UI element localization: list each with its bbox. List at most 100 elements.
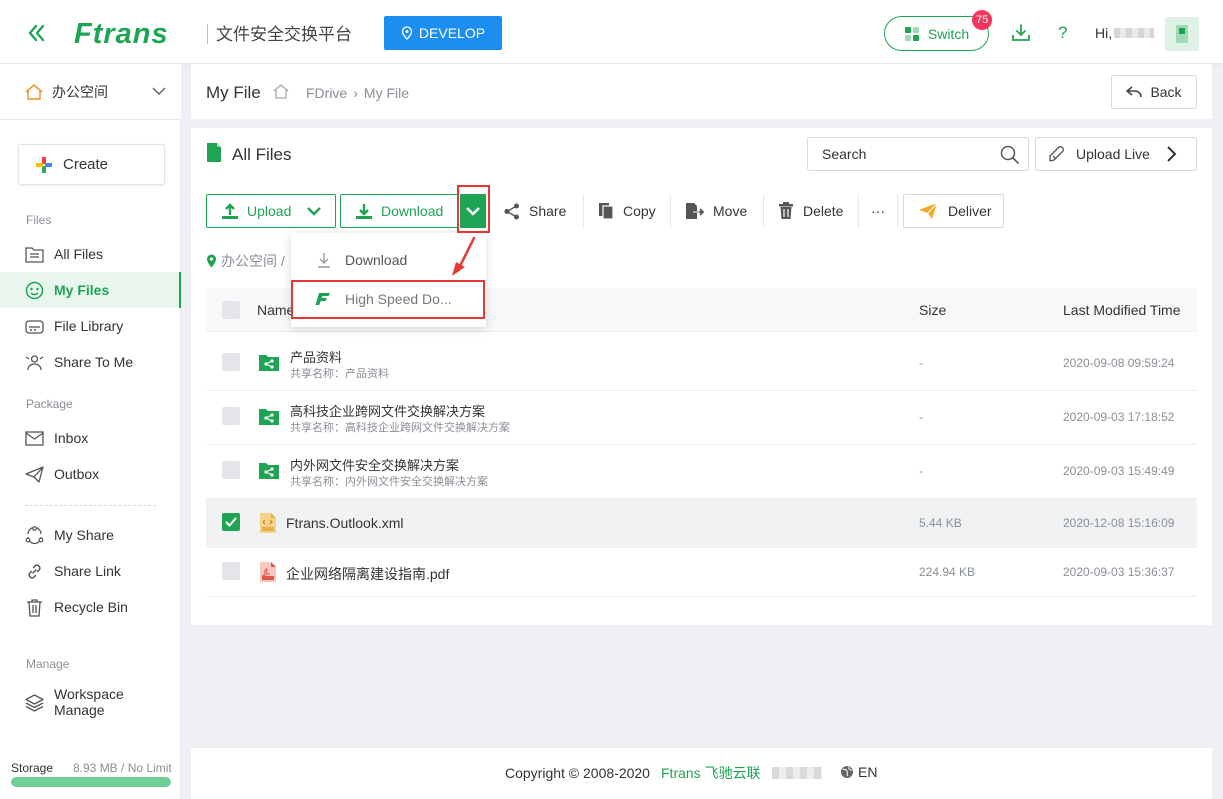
select-all-checkbox[interactable] xyxy=(222,301,240,319)
breadcrumb-item-fdrive[interactable]: FDrive xyxy=(306,85,347,101)
back-button[interactable]: Back xyxy=(1111,75,1197,109)
sidebar-item-label: My Share xyxy=(54,527,114,543)
modified-time: 2020-09-03 15:49:49 xyxy=(1063,464,1175,478)
location-path[interactable]: 办公空间 / xyxy=(221,251,285,271)
download-button[interactable]: Download xyxy=(340,194,458,228)
sidebar-item-share-to-me[interactable]: Share To Me xyxy=(0,344,181,380)
create-button[interactable]: Create xyxy=(18,144,165,185)
mail-icon xyxy=(25,429,44,448)
sidebar-item-file-library[interactable]: File Library xyxy=(0,308,181,344)
highlight-box xyxy=(457,185,490,233)
sidebar-item-inbox[interactable]: Inbox xyxy=(0,420,181,456)
search-input[interactable] xyxy=(808,138,988,170)
modified-time: 2020-12-08 15:16:09 xyxy=(1063,516,1175,530)
sidebar-item-label: All Files xyxy=(54,246,104,262)
file-name[interactable]: Ftrans.Outlook.xml xyxy=(286,515,403,531)
file-name[interactable]: 企业网络隔离建设指南.pdf xyxy=(286,564,449,584)
sidebar-item-my-share[interactable]: My Share xyxy=(0,517,181,553)
search-icon[interactable] xyxy=(1000,145,1019,164)
xml-file-icon xyxy=(259,512,277,534)
environment-button[interactable]: DEVELOP xyxy=(384,16,502,50)
table-row[interactable]: 高科技企业跨网文件交换解决方案 共享名称：高科技企业跨网文件交换解决方案 - 2… xyxy=(206,391,1197,445)
search-field[interactable] xyxy=(807,137,1029,171)
page-title: My File xyxy=(206,83,261,102)
deliver-button[interactable]: Deliver xyxy=(903,194,1004,228)
row-checkbox[interactable] xyxy=(222,562,240,580)
column-header-modified[interactable]: Last Modified Time xyxy=(1063,302,1181,318)
table-row[interactable]: 内外网文件安全交换解决方案 共享名称：内外网文件安全交换解决方案 - 2020-… xyxy=(206,445,1197,499)
row-checkbox[interactable] xyxy=(222,353,240,371)
table-row[interactable]: 企业网络隔离建设指南.pdf 224.94 KB 2020-09-03 15:3… xyxy=(206,548,1197,597)
back-arrow-icon xyxy=(1126,86,1143,98)
table-row[interactable]: 产品资料 共享名称：产品资料 - 2020-09-08 09:59:24 xyxy=(206,337,1197,391)
column-header-size[interactable]: Size xyxy=(919,302,946,318)
library-icon xyxy=(25,317,44,336)
location-pin-icon xyxy=(206,254,217,268)
modified-time: 2020-09-03 15:36:37 xyxy=(1063,565,1175,579)
table-row-selected[interactable]: Ftrans.Outlook.xml 5.44 KB 2020-12-08 15… xyxy=(206,499,1197,548)
sidebar-item-outbox[interactable]: Outbox xyxy=(0,456,181,492)
copyright-text: Copyright © 2008-2020 xyxy=(505,765,650,781)
collapse-sidebar-icon[interactable] xyxy=(26,22,48,44)
footer-brand-link[interactable]: Ftrans 飞驰云联 xyxy=(661,765,761,781)
chevron-right-icon[interactable] xyxy=(1166,145,1178,163)
delete-button[interactable]: Delete xyxy=(763,194,857,228)
top-header xyxy=(0,0,1223,64)
greeting-text: Hi, xyxy=(1095,25,1113,41)
paper-plane-icon xyxy=(918,202,938,220)
create-label: Create xyxy=(63,156,109,173)
home-outline-icon[interactable] xyxy=(273,84,289,99)
plus-icon xyxy=(35,156,53,174)
share-label: Share xyxy=(529,203,567,219)
sidebar-item-label: Share Link xyxy=(54,563,121,579)
brand-logo: Ftrans xyxy=(74,18,169,50)
file-name[interactable]: 内外网文件安全交换解决方案 xyxy=(290,455,459,474)
download-tray-icon[interactable] xyxy=(1010,22,1032,44)
copy-button[interactable]: Copy xyxy=(583,194,669,228)
logo-divider xyxy=(207,24,208,44)
row-checkbox-checked[interactable] xyxy=(222,513,240,531)
sidebar-item-label: Recycle Bin xyxy=(54,599,128,615)
share-to-me-icon xyxy=(25,353,44,372)
help-icon[interactable]: ? xyxy=(1058,22,1067,44)
language-switcher[interactable]: EN xyxy=(840,764,877,780)
shared-folder-icon xyxy=(259,407,279,425)
sidebar-item-recycle-bin[interactable]: Recycle Bin xyxy=(0,589,181,625)
file-name[interactable]: 高科技企业跨网文件交换解决方案 xyxy=(290,401,485,420)
share-icon xyxy=(504,203,520,220)
chevron-down-icon[interactable] xyxy=(152,86,166,96)
share-name: 共享名称：产品资料 xyxy=(290,368,389,380)
more-actions-button[interactable]: ··· xyxy=(858,194,898,228)
annotation-arrow xyxy=(448,234,478,280)
my-share-icon xyxy=(25,525,44,545)
workspace-name: 办公空间 xyxy=(52,83,108,100)
file-size: - xyxy=(919,464,923,478)
smile-face-icon xyxy=(25,281,44,300)
sidebar-item-share-link[interactable]: Share Link xyxy=(0,553,181,589)
row-checkbox[interactable] xyxy=(222,461,240,479)
file-size: 5.44 KB xyxy=(919,516,962,530)
paper-plane-icon xyxy=(25,465,44,484)
delete-label: Delete xyxy=(803,203,844,219)
chevron-down-icon[interactable] xyxy=(307,206,322,216)
share-button[interactable]: Share xyxy=(490,194,582,228)
move-icon xyxy=(685,202,704,220)
modified-time: 2020-09-08 09:59:24 xyxy=(1063,356,1175,370)
back-label: Back xyxy=(1150,84,1182,100)
upload-button[interactable]: Upload xyxy=(206,194,336,228)
section-label-manage: Manage xyxy=(26,657,70,671)
sidebar-item-my-files[interactable]: My Files xyxy=(0,272,181,308)
file-size: 224.94 KB xyxy=(919,565,976,579)
file-name[interactable]: 产品资料 xyxy=(290,347,342,366)
sidebar-item-label: Inbox xyxy=(54,430,89,446)
sidebar-item-workspace-manage[interactable]: Workspace Manage xyxy=(0,684,181,720)
more-label: ··· xyxy=(871,203,885,219)
column-header-name[interactable]: Name xyxy=(257,302,294,318)
document-icon xyxy=(206,142,222,163)
move-button[interactable]: Move xyxy=(670,194,762,228)
rocket-icon xyxy=(1048,145,1068,163)
shared-folder-icon xyxy=(259,353,279,371)
row-checkbox[interactable] xyxy=(222,407,240,425)
sidebar-item-all-files[interactable]: All Files xyxy=(0,236,181,272)
avatar[interactable] xyxy=(1165,17,1199,51)
